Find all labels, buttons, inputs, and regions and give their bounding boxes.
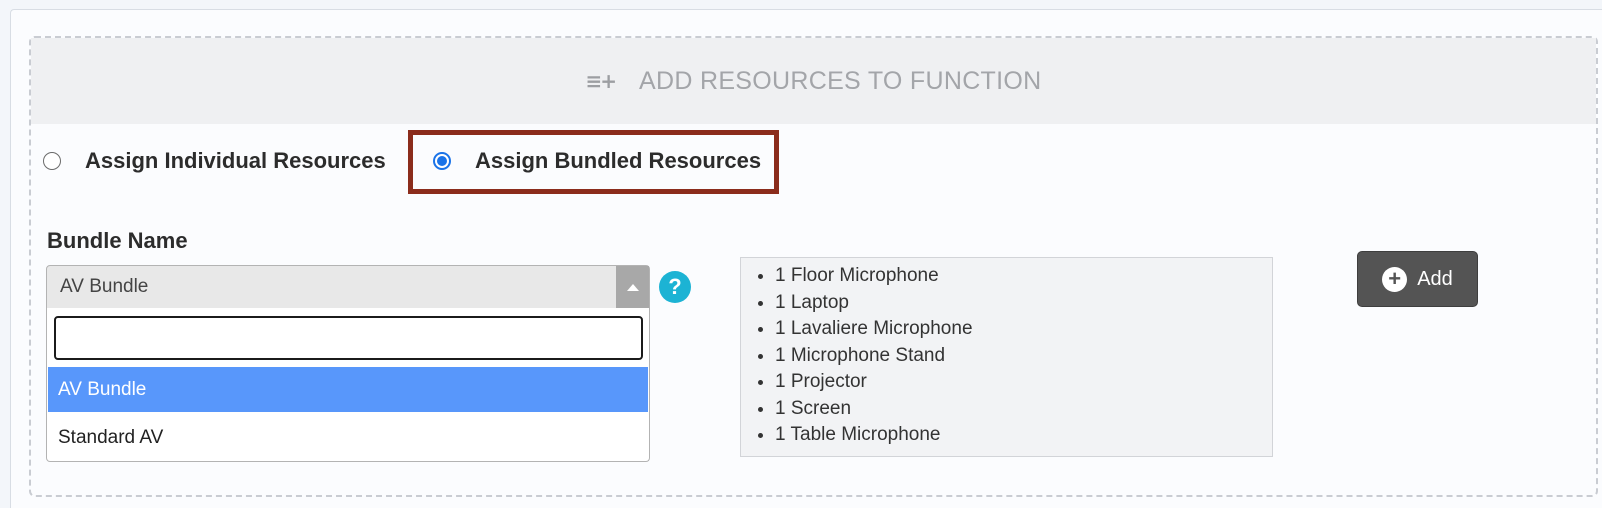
bundle-select[interactable]: AV Bundle	[46, 265, 650, 309]
list-item: 1 Laptop	[775, 290, 1272, 317]
list-item: 1 Table Microphone	[775, 422, 1272, 449]
radio-label-individual: Assign Individual Resources	[85, 148, 386, 173]
dropdown-toggle[interactable]	[616, 266, 649, 308]
radio-label-bundled: Assign Bundled Resources	[475, 148, 762, 173]
panel-title: ADD RESOURCES TO FUNCTION	[639, 66, 1042, 95]
radio-assign-bundled[interactable]: Assign Bundled Resources	[433, 148, 761, 174]
dropdown-search-input[interactable]	[54, 316, 643, 360]
add-button[interactable]: + Add	[1357, 251, 1478, 307]
dropdown-option-standard-av[interactable]: Standard AV	[48, 415, 648, 460]
bundle-dropdown: AV Bundle Standard AV	[46, 308, 650, 462]
bundle-name-label: Bundle Name	[47, 228, 188, 253]
list-add-icon: ≡+	[585, 69, 617, 93]
bundle-select-value: AV Bundle	[60, 276, 149, 297]
chevron-up-icon	[626, 283, 639, 291]
plus-circle-icon: +	[1382, 266, 1408, 292]
bundle-contents-list: 1 Floor Microphone 1 Laptop 1 Lavaliere …	[740, 257, 1273, 457]
list-item: 1 Screen	[775, 396, 1272, 423]
dropdown-option-av-bundle[interactable]: AV Bundle	[48, 367, 648, 412]
list-item: 1 Microphone Stand	[775, 343, 1272, 370]
help-icon[interactable]: ?	[659, 271, 691, 303]
panel-header: ≡+ ADD RESOURCES TO FUNCTION	[31, 38, 1596, 124]
list-item: 1 Lavaliere Microphone	[775, 316, 1272, 343]
radio-button-unchecked[interactable]	[43, 152, 61, 170]
radio-assign-individual[interactable]: Assign Individual Resources	[43, 148, 386, 174]
add-button-label: Add	[1417, 267, 1453, 290]
list-item: 1 Floor Microphone	[775, 263, 1272, 290]
list-item: 1 Projector	[775, 369, 1272, 396]
radio-button-checked[interactable]	[433, 152, 451, 170]
